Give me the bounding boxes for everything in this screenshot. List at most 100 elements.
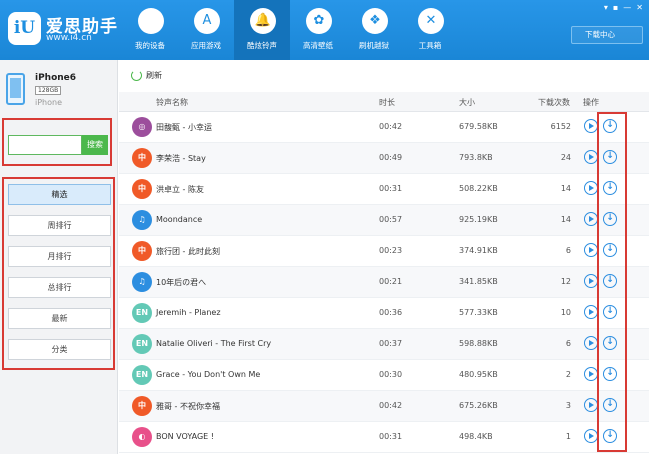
ringtone-downloads: 24 bbox=[560, 153, 571, 162]
play-icon[interactable] bbox=[584, 119, 598, 133]
table-row[interactable]: 中洪卓立 - 陈友 00:31 508.22KB 14 ↓ bbox=[119, 174, 649, 205]
category-item[interactable]: 总排行 bbox=[8, 277, 111, 298]
table-row[interactable]: EN Natalie Oliveri - The First Cry 00:37 59… bbox=[119, 329, 649, 360]
table-row[interactable]: ◎ 田馥甄 - 小幸运 00:42 679.58KB 6152 ↓ bbox=[119, 112, 649, 143]
table-row[interactable]: ♫ 10年后の君へ 00:21 341.85KB 12 ↓ bbox=[119, 267, 649, 298]
nav-tab-label: 工具箱 bbox=[418, 41, 442, 50]
ringtone-duration: 00:31 bbox=[379, 432, 403, 441]
table-row[interactable]: 中旅行团 - 此时此刻 00:23 374.91KB 6 ↓ bbox=[119, 236, 649, 267]
category-item[interactable]: 周排行 bbox=[8, 215, 111, 236]
ringtone-size: 925.19KB bbox=[459, 215, 498, 224]
bell-icon: 🔔 bbox=[250, 8, 276, 34]
refresh-icon[interactable] bbox=[131, 70, 142, 81]
category-item[interactable]: 最新 bbox=[8, 308, 111, 329]
ringtone-size: 498.4KB bbox=[459, 432, 493, 441]
ringtone-downloads: 3 bbox=[565, 401, 571, 410]
ringtone-avatar: 中 bbox=[132, 396, 152, 416]
ringtone-name: 洪卓立 - 陈友 bbox=[156, 185, 204, 194]
ringtone-downloads: 6 bbox=[565, 339, 571, 348]
search-box: 搜索 bbox=[2, 118, 112, 166]
nav-tab-2[interactable]: 🔔 酷炫铃声 bbox=[234, 0, 290, 60]
ringtone-downloads: 1 bbox=[565, 432, 571, 441]
table-row[interactable]: 中李荣浩 - Stay 00:49 793.8KB 24 ↓ bbox=[119, 143, 649, 174]
skin-icon[interactable]: ▪ bbox=[613, 3, 618, 12]
ringtone-downloads: 12 bbox=[560, 277, 571, 286]
col-actions: 操作 bbox=[583, 98, 599, 107]
nav-tab-label: 应用游戏 bbox=[191, 41, 221, 50]
nav-tab-3[interactable]: ✿ 高清壁纸 bbox=[290, 0, 346, 60]
nav-tab-1[interactable]: A 应用游戏 bbox=[178, 0, 234, 60]
play-icon[interactable] bbox=[584, 367, 598, 381]
ringtone-name: BON VOYAGE ! bbox=[156, 432, 214, 441]
ringtone-downloads: 14 bbox=[560, 184, 571, 193]
table-row[interactable]: ◐ BON VOYAGE ! 00:31 498.4KB 1 ↓ bbox=[119, 422, 649, 453]
app-store-icon: A bbox=[194, 8, 220, 34]
ringtone-size: 508.22KB bbox=[459, 184, 498, 193]
col-downloads: 下载次数 bbox=[538, 98, 570, 107]
top-header: iU 爱思助手 www.i4.cn 我的设备 A 应用游戏 🔔 酷炫铃声 ✿ 高清壁纸 ❖ 刷机… bbox=[0, 0, 649, 60]
play-icon[interactable] bbox=[584, 336, 598, 350]
ringtone-size: 793.8KB bbox=[459, 153, 493, 162]
play-icon[interactable] bbox=[584, 181, 598, 195]
col-duration: 时长 bbox=[379, 98, 395, 107]
ringtone-avatar: ◐ bbox=[132, 427, 152, 447]
ringtone-name: 10年后の君へ bbox=[156, 278, 207, 287]
nav-tab-0[interactable]: 我的设备 bbox=[122, 0, 178, 60]
play-icon[interactable] bbox=[584, 305, 598, 319]
play-icon[interactable] bbox=[584, 274, 598, 288]
ringtone-size: 341.85KB bbox=[459, 277, 498, 286]
device-model: iPhone bbox=[35, 98, 63, 107]
ringtone-avatar: EN bbox=[132, 303, 152, 323]
ringtone-downloads: 6 bbox=[565, 246, 571, 255]
ringtone-downloads: 10 bbox=[560, 308, 571, 317]
table-row[interactable]: ♫ Moondance 00:57 925.19KB 14 ↓ bbox=[119, 205, 649, 236]
table-row[interactable]: EN Grace - You Don't Own Me 00:30 480.95KB 2… bbox=[119, 360, 649, 391]
category-item[interactable]: 精选 bbox=[8, 184, 111, 205]
ringtone-duration: 00:42 bbox=[379, 122, 403, 131]
ringtone-name: 田馥甄 - 小幸运 bbox=[156, 123, 212, 132]
nav-tab-label: 高清壁纸 bbox=[303, 41, 333, 50]
play-icon[interactable] bbox=[584, 398, 598, 412]
menu-icon[interactable]: ▾ bbox=[604, 3, 608, 12]
ringtone-duration: 00:21 bbox=[379, 277, 403, 286]
ringtone-size: 374.91KB bbox=[459, 246, 498, 255]
ringtone-size: 577.33KB bbox=[459, 308, 498, 317]
play-icon[interactable] bbox=[584, 243, 598, 257]
window-controls: ▾ ▪ — ✕ bbox=[604, 3, 643, 12]
play-icon[interactable] bbox=[584, 212, 598, 226]
play-icon[interactable] bbox=[584, 429, 598, 443]
play-icon[interactable] bbox=[584, 150, 598, 164]
download-center-button[interactable]: 下载中心 bbox=[571, 26, 643, 44]
nav-tab-4[interactable]: ❖ 刷机越狱 bbox=[346, 0, 402, 60]
ringtone-size: 679.58KB bbox=[459, 122, 498, 131]
search-input[interactable] bbox=[8, 135, 82, 155]
nav-tab-5[interactable]: ✕ 工具箱 bbox=[402, 0, 458, 60]
ringtone-avatar: 中 bbox=[132, 148, 152, 168]
ringtone-name: 李荣浩 - Stay bbox=[156, 154, 206, 163]
apple-icon bbox=[138, 8, 164, 34]
ringtone-size: 598.88KB bbox=[459, 339, 498, 348]
ringtone-name: Grace - You Don't Own Me bbox=[156, 370, 261, 379]
ringtone-duration: 00:37 bbox=[379, 339, 403, 348]
minimize-icon[interactable]: — bbox=[623, 3, 631, 12]
ringtone-duration: 00:23 bbox=[379, 246, 403, 255]
table-row[interactable]: EN Jeremih - Planez 00:36 577.33KB 10 ↓ bbox=[119, 298, 649, 329]
ringtone-downloads: 2 bbox=[565, 370, 571, 379]
nav-tab-label: 刷机越狱 bbox=[359, 41, 389, 50]
col-size: 大小 bbox=[459, 98, 475, 107]
nav-tab-label: 我的设备 bbox=[135, 41, 165, 50]
ringtone-name: Moondance bbox=[156, 215, 203, 224]
ringtone-duration: 00:42 bbox=[379, 401, 403, 410]
search-button[interactable]: 搜索 bbox=[82, 135, 108, 155]
table-row[interactable]: 中雅哥 - 不祝你幸福 00:42 675.26KB 3 ↓ bbox=[119, 391, 649, 422]
flower-icon: ✿ bbox=[306, 8, 332, 34]
category-item[interactable]: 分类 bbox=[8, 339, 111, 360]
close-icon[interactable]: ✕ bbox=[636, 3, 643, 12]
ringtone-duration: 00:36 bbox=[379, 308, 403, 317]
ringtone-name: Natalie Oliveri - The First Cry bbox=[156, 339, 272, 348]
category-item[interactable]: 月排行 bbox=[8, 246, 111, 267]
refresh-button[interactable]: 刷新 bbox=[146, 70, 162, 81]
col-name: 铃声名称 bbox=[156, 98, 188, 107]
nav-tab-label: 酷炫铃声 bbox=[247, 41, 277, 50]
ringtone-avatar: EN bbox=[132, 334, 152, 354]
